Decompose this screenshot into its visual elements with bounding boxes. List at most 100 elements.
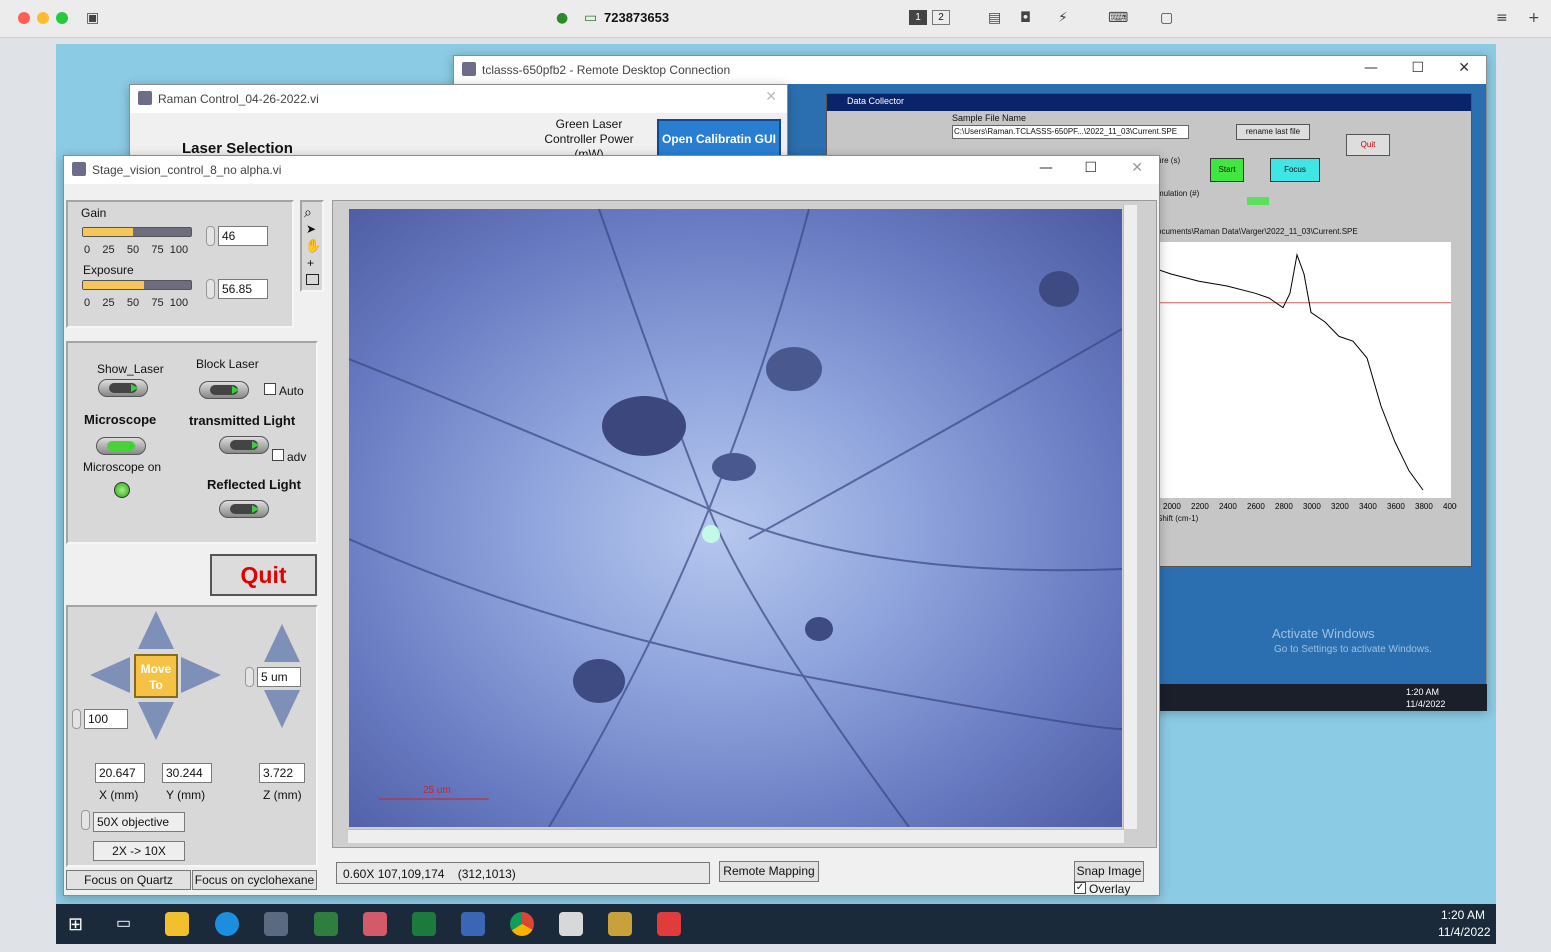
minimize-window-button[interactable] — [37, 12, 49, 24]
z-step-spinner[interactable] — [245, 667, 254, 687]
x-tick-label: 2800 — [1275, 502, 1293, 511]
focus-button[interactable]: Focus — [1270, 158, 1320, 182]
raman-close-icon[interactable]: ✕ — [765, 89, 777, 105]
chrome-icon[interactable] — [510, 912, 534, 936]
rename-file-button[interactable]: rename last file — [1236, 124, 1310, 140]
z-step-input[interactable]: 5 um — [257, 667, 301, 687]
transmitted-light-toggle[interactable] — [219, 436, 269, 454]
crack-line — [598, 209, 910, 827]
z-up-arrow[interactable] — [264, 624, 300, 662]
collector-quit-button[interactable]: Quit — [1346, 134, 1390, 156]
microscope-image[interactable]: 25 um — [349, 209, 1122, 827]
focus-cyclohexane-button[interactable]: Focus on cyclohexane — [192, 870, 317, 890]
auto-checkbox[interactable] — [264, 383, 276, 395]
page-1-button[interactable]: 1 — [909, 10, 927, 25]
microscope-toggle[interactable] — [96, 437, 146, 455]
raman-title: Raman Control_04-26-2022.vi — [158, 92, 319, 106]
gain-slider[interactable] — [82, 227, 192, 237]
x-tick-label: 2400 — [1219, 502, 1237, 511]
z-down-arrow[interactable] — [264, 690, 300, 728]
scale-bar-label: 25 um — [423, 785, 451, 796]
accumulation-label: mulation (#) — [1157, 189, 1200, 198]
quit-button[interactable]: Quit — [210, 554, 317, 596]
rectangle-icon[interactable] — [306, 274, 319, 285]
calculator-icon[interactable] — [264, 912, 288, 936]
overlay-checkbox[interactable]: ✓ — [1074, 882, 1086, 894]
minimize-icon[interactable]: — — [1364, 60, 1378, 76]
exposure-input[interactable]: 56.85 — [218, 279, 268, 299]
open-calibration-button[interactable]: Open Calibratin GUI — [657, 119, 781, 159]
tick: 25 — [102, 297, 115, 309]
rdc-titlebar: tclasss-650pfb2 - Remote Desktop Connect… — [454, 56, 1486, 84]
objective-convert[interactable]: 2X -> 10X — [93, 841, 185, 861]
pointer-icon[interactable]: ➤ — [306, 222, 316, 236]
close-icon[interactable]: ✕ — [1458, 60, 1470, 76]
file-explorer-icon[interactable] — [165, 912, 189, 936]
paint-icon[interactable] — [363, 912, 387, 936]
stage-vision-window: Stage_vision_control_8_no alpha.vi — ☐ ✕… — [63, 155, 1160, 896]
add-tab-icon[interactable]: + — [1528, 10, 1540, 26]
lightning-icon[interactable]: ⚡ — [1058, 10, 1068, 26]
remote-mapping-button[interactable]: Remote Mapping — [719, 861, 819, 882]
display-icon[interactable]: ▢ — [1160, 10, 1173, 26]
remote-desktop-icon[interactable] — [461, 912, 485, 936]
labview-icon[interactable] — [559, 912, 583, 936]
move-left-arrow[interactable] — [90, 657, 130, 693]
stage-icon — [72, 162, 86, 176]
crosshair-icon[interactable]: + — [307, 256, 314, 270]
stage-maximize-icon[interactable]: ☐ — [1084, 160, 1097, 176]
exposure-slider[interactable] — [82, 280, 192, 290]
sidebar-icon[interactable]: ▣ — [86, 10, 99, 26]
image-vscroll[interactable] — [1123, 205, 1137, 829]
gain-input[interactable]: 46 — [218, 226, 268, 246]
move-to-button[interactable]: Move To — [134, 654, 178, 698]
tick: 100 — [169, 297, 189, 309]
hand-icon[interactable]: ✋ — [305, 238, 321, 254]
xy-step-input[interactable]: 100 — [84, 709, 128, 729]
xy-step-spinner[interactable] — [72, 709, 81, 729]
close-window-button[interactable] — [18, 12, 30, 24]
sample-file-input[interactable]: C:\Users\Raman.TCLASSS-650PF...\2022_11_… — [952, 125, 1189, 139]
excel-icon[interactable] — [412, 912, 436, 936]
gain-slider-fill — [83, 228, 133, 236]
focus-quartz-button[interactable]: Focus on Quartz — [66, 870, 191, 890]
image-viewer-icon[interactable] — [314, 912, 338, 936]
labview-run-icon[interactable] — [608, 912, 632, 936]
zoom-window-button[interactable] — [56, 12, 68, 24]
move-up-arrow[interactable] — [138, 611, 174, 649]
taskbar-time: 1:20 AM — [1441, 908, 1486, 922]
tick: 50 — [126, 244, 140, 256]
reflected-light-toggle[interactable] — [219, 500, 269, 518]
toggle-arrow — [252, 441, 259, 449]
gain-spinner[interactable] — [206, 226, 215, 246]
block-laser-toggle[interactable] — [199, 381, 249, 399]
zoom-icon[interactable]: ⌕ — [304, 204, 312, 221]
move-down-arrow[interactable] — [138, 702, 174, 740]
adv-checkbox[interactable] — [272, 449, 284, 461]
edge-icon[interactable] — [215, 912, 239, 936]
chat-icon[interactable]: ▤ — [988, 10, 1001, 26]
menu-icon[interactable]: ≡ — [1496, 10, 1508, 26]
stage-close-icon[interactable]: ✕ — [1131, 160, 1143, 176]
show-laser-toggle[interactable] — [98, 379, 148, 397]
objective-spinner[interactable] — [81, 810, 90, 830]
gain-ticks: 0 25 50 75 100 — [84, 244, 188, 256]
x-tick-label: 2600 — [1247, 502, 1265, 511]
start-button[interactable]: Start — [1210, 158, 1244, 182]
exposure-spinner[interactable] — [206, 279, 215, 299]
screen-icon[interactable]: ◘ — [1020, 10, 1031, 26]
x-axis-ticks: 2000 2200 2400 2600 2800 3000 3200 3400 3600 3800… — [1163, 502, 1457, 511]
x-tick-label: 3600 — [1387, 502, 1405, 511]
anydesk-icon[interactable] — [657, 912, 681, 936]
page-2-button[interactable]: 2 — [932, 10, 950, 25]
move-right-arrow[interactable] — [181, 657, 221, 693]
snap-image-button[interactable]: Snap Image — [1074, 861, 1144, 882]
windows-start-icon[interactable]: ⊞ — [68, 912, 92, 936]
maximize-icon[interactable]: ☐ — [1411, 60, 1424, 76]
sample-file-label: Sample File Name — [952, 113, 1027, 123]
stage-minimize-icon[interactable]: — — [1039, 160, 1053, 176]
objective-select[interactable]: 50X objective — [93, 812, 185, 832]
image-hscroll[interactable] — [348, 829, 1124, 843]
keyboard-icon[interactable]: ⌨ — [1108, 10, 1128, 26]
task-view-icon[interactable]: ▭ — [116, 912, 140, 936]
